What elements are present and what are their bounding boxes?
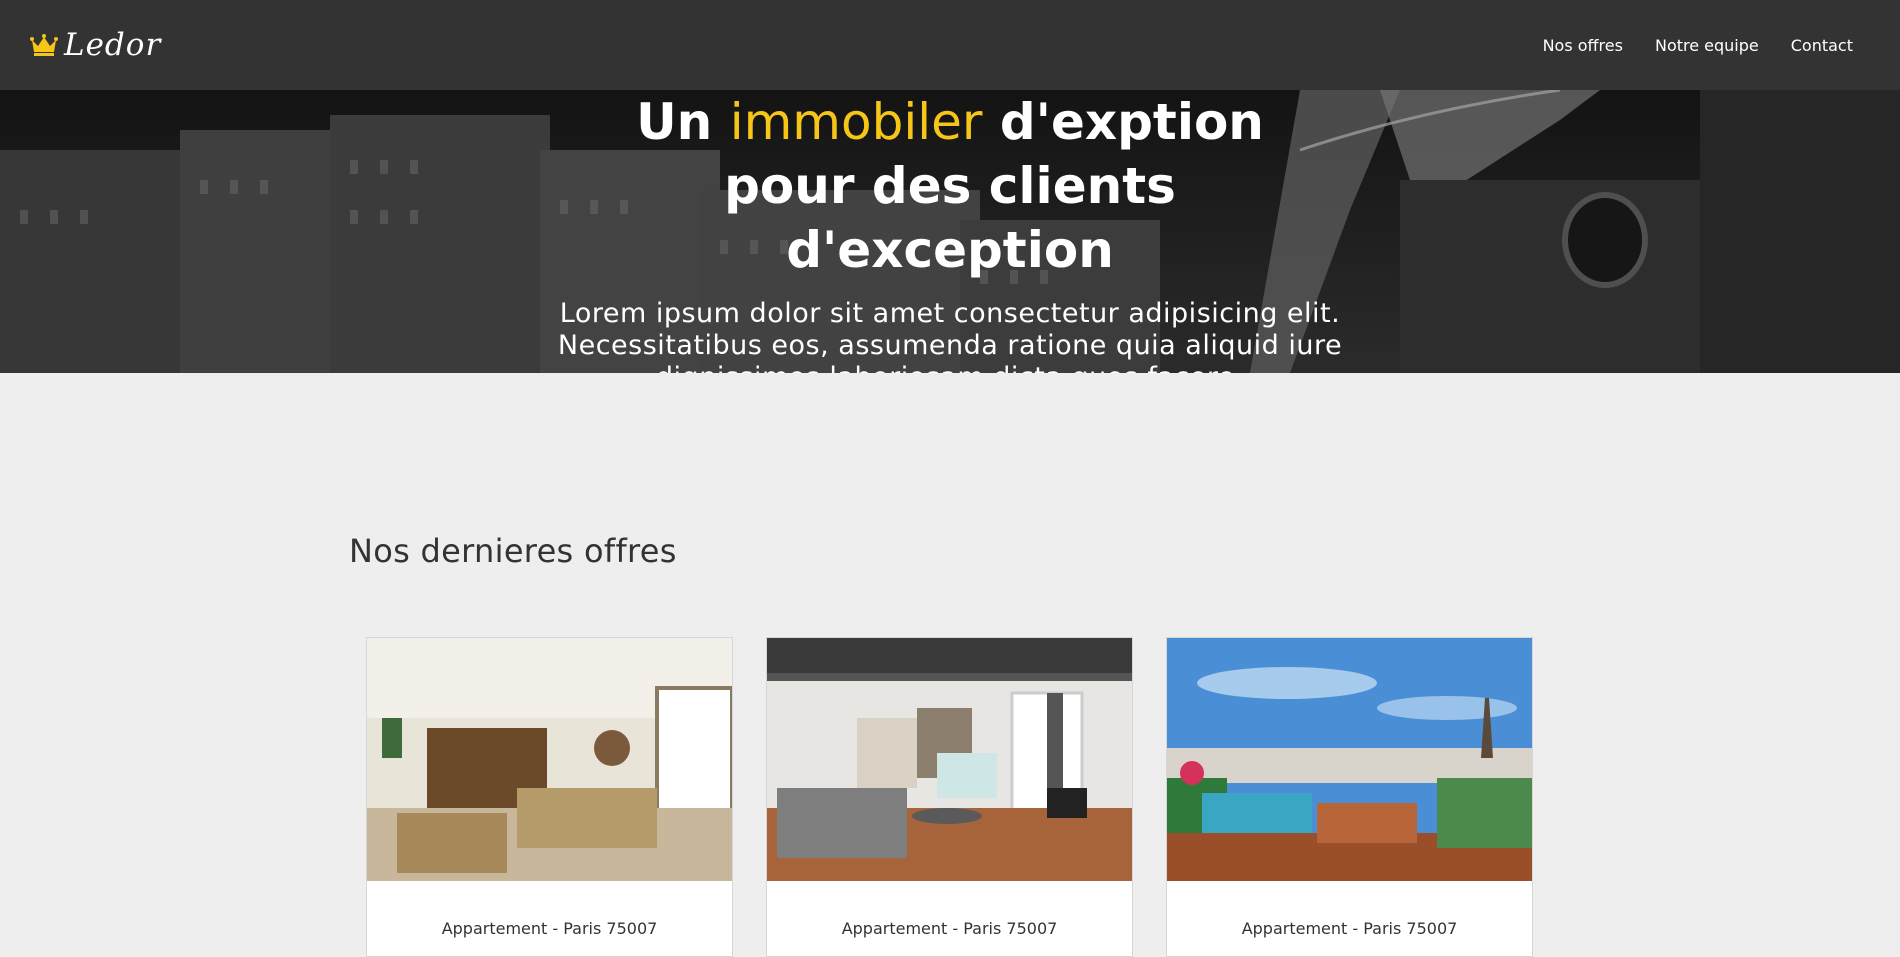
offer-caption: Appartement - Paris 75007 (841, 919, 1058, 938)
brand-logo[interactable]: Ledor (30, 27, 161, 63)
section-title-offers: Nos dernieres offres (349, 532, 677, 570)
nav-link-nos-offres[interactable]: Nos offres (1543, 36, 1623, 55)
hero-title: Un immobiler d'exption pour des clients … (570, 90, 1330, 282)
hero-title-accent: immobiler (729, 93, 983, 151)
offer-card[interactable]: Appartement - Paris 75007 (366, 637, 733, 957)
offer-caption: Appartement - Paris 75007 (1241, 919, 1458, 938)
offer-image-rooftop (1167, 638, 1532, 881)
brand-name: Ledor (64, 27, 162, 63)
hero-content: Un immobiler d'exption pour des clients … (0, 90, 1900, 373)
offer-card[interactable]: Appartement - Paris 75007 (1166, 637, 1533, 957)
offer-caption: Appartement - Paris 75007 (441, 919, 658, 938)
nav-link-notre-equipe[interactable]: Notre equipe (1655, 36, 1759, 55)
hero-subtitle: Lorem ipsum dolor sit amet consectetur a… (557, 298, 1343, 373)
offer-card[interactable]: Appartement - Paris 75007 (766, 637, 1133, 957)
hero-title-prefix: Un (636, 93, 713, 151)
main-nav: Nos offres Notre equipe Contact (1543, 36, 1853, 55)
navbar: Ledor Nos offres Notre equipe Contact (0, 0, 1900, 90)
offer-image-living-room (367, 638, 732, 881)
hero-banner: Un immobiler d'exption pour des clients … (0, 90, 1900, 373)
nav-link-contact[interactable]: Contact (1791, 36, 1853, 55)
crown-icon (30, 34, 58, 56)
offers-cards: Appartement - Paris 75007 Appartement - … (366, 637, 1533, 957)
offer-image-lounge (767, 638, 1132, 881)
